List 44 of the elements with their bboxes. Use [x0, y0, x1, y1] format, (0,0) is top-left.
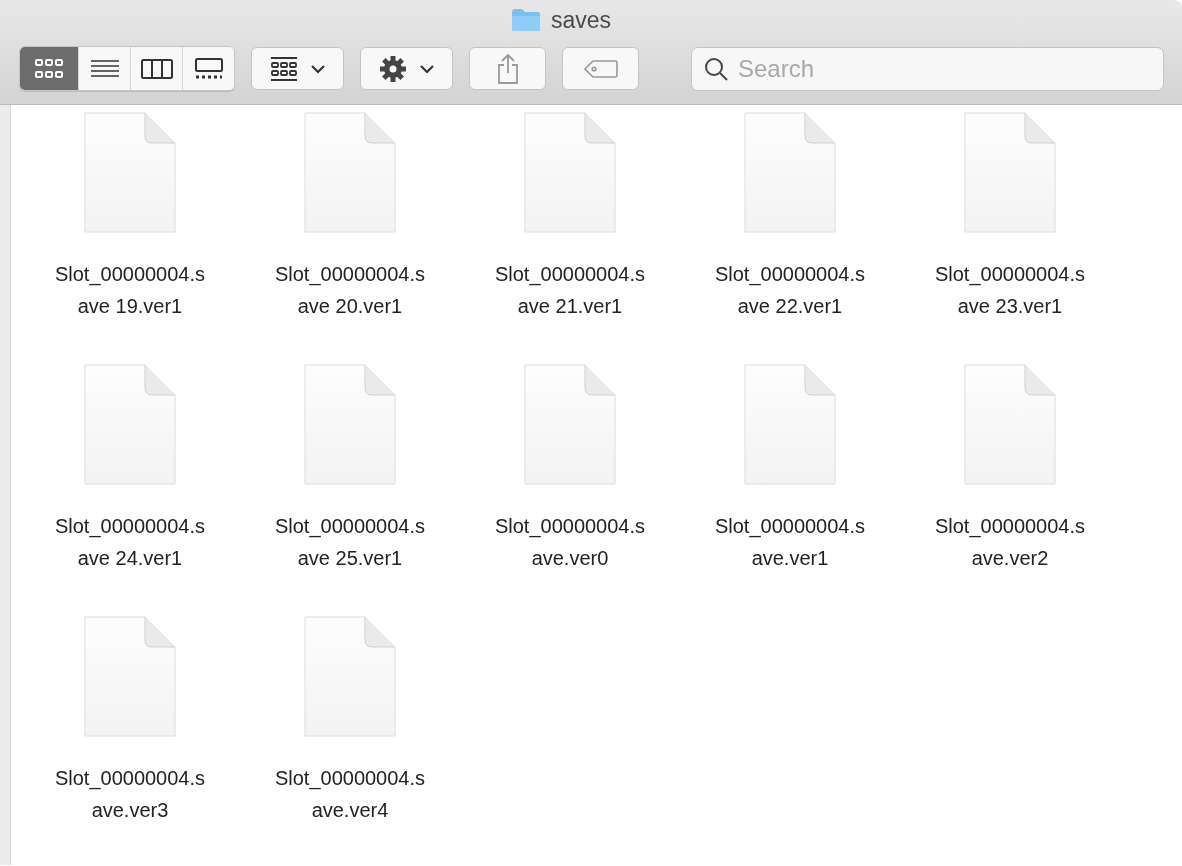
file-name[interactable]: Slot_00000004.s ave 22.ver1: [714, 258, 866, 322]
document-icon[interactable]: [83, 364, 177, 486]
document-icon[interactable]: [303, 112, 397, 234]
file-name[interactable]: Slot_00000004.s ave 24.ver1: [54, 510, 206, 574]
file-name[interactable]: Slot_00000004.s ave 25.ver1: [274, 510, 426, 574]
document-icon[interactable]: [303, 364, 397, 486]
arrange-button[interactable]: [251, 47, 344, 90]
file-name[interactable]: Slot_00000004.s ave.ver3: [54, 762, 206, 826]
document-icon[interactable]: [523, 364, 617, 486]
share-button[interactable]: [469, 47, 546, 90]
gear-icon: [378, 54, 407, 83]
view-mode-button[interactable]: [20, 47, 78, 90]
search-icon: [703, 55, 729, 82]
document-icon[interactable]: [83, 616, 177, 738]
columns-icon: [140, 57, 173, 80]
window-title: saves: [550, 6, 612, 34]
file-name[interactable]: Slot_00000004.s ave 20.ver1: [274, 258, 426, 322]
chevron-down-icon: [309, 63, 326, 74]
file-name[interactable]: Slot_00000004.s ave 21.ver1: [494, 258, 646, 322]
file-name[interactable]: Slot_00000004.s ave.ver1: [714, 510, 866, 574]
icon-grid-icon: [34, 57, 64, 80]
file-name[interactable]: Slot_00000004.s ave.ver2: [934, 510, 1086, 574]
document-icon[interactable]: [83, 112, 177, 234]
document-icon[interactable]: [743, 112, 837, 234]
document-icon[interactable]: [963, 112, 1057, 234]
list-icon: [89, 57, 120, 80]
action-button[interactable]: [360, 47, 453, 90]
share-icon: [495, 52, 520, 85]
folder-icon: [510, 8, 541, 32]
tag-button[interactable]: [562, 47, 639, 90]
file-name[interactable]: Slot_00000004.s ave 23.ver1: [934, 258, 1086, 322]
document-icon[interactable]: [523, 112, 617, 234]
view-mode-button[interactable]: [182, 47, 234, 90]
file-name[interactable]: Slot_00000004.s ave.ver4: [274, 762, 426, 826]
chevron-down-icon: [418, 63, 435, 74]
file-name[interactable]: Slot_00000004.s ave 19.ver1: [54, 258, 206, 322]
arrange-grid-icon: [269, 55, 298, 82]
search-field[interactable]: Search: [691, 46, 1164, 91]
gallery-icon: [193, 57, 224, 80]
document-icon[interactable]: [743, 364, 837, 486]
file-name[interactable]: Slot_00000004.s ave.ver0: [494, 510, 646, 574]
document-icon[interactable]: [303, 616, 397, 738]
document-icon[interactable]: [963, 364, 1057, 486]
tag-icon: [582, 58, 619, 79]
